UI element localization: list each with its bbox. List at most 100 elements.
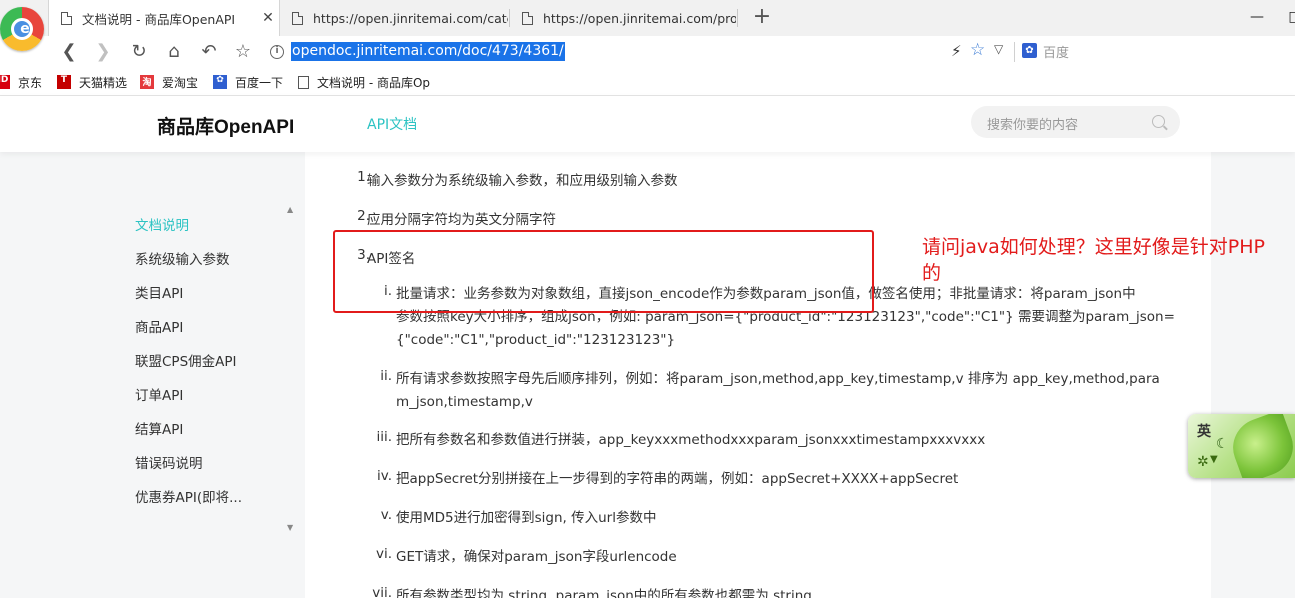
ime-mode-label[interactable]: 英 bbox=[1197, 421, 1211, 441]
reload-icon[interactable]: ↻ bbox=[126, 39, 152, 65]
gear-icon[interactable]: ✲ bbox=[1197, 454, 1209, 470]
site-header: 商品库OpenAPI API文档 搜索你要的内容 bbox=[0, 96, 1295, 152]
page-icon bbox=[292, 11, 303, 25]
sub-list-number: ii. bbox=[380, 368, 392, 384]
leaf-icon bbox=[1224, 414, 1295, 478]
text-line: 所有参数类型均为 string, param_json中的所有参数也都需为 st… bbox=[396, 588, 812, 598]
sub-list-item: 所有参数类型均为 string, param_json中的所有参数也都需为 st… bbox=[396, 585, 812, 598]
bookmark-label: 文档说明 - 商品库Op bbox=[317, 75, 431, 90]
right-gutter bbox=[1211, 152, 1295, 598]
text-line: 所有请求参数按照字母先后顺序排列，例如：将param_json,method,a… bbox=[396, 371, 1160, 387]
text-line: 把appSecret分别拼接在上一步得到的字符串的两端，例如：appSecret… bbox=[396, 471, 959, 487]
back-icon[interactable]: ❮ bbox=[56, 39, 82, 65]
bookmark-doc[interactable]: 文档说明 - 商品库Op bbox=[298, 73, 430, 91]
baidu-icon: ✿ bbox=[213, 75, 227, 89]
minimize-button[interactable]: — bbox=[1237, 0, 1277, 34]
bookmark-tmall[interactable]: T 天猫精选 bbox=[57, 73, 127, 91]
sub-list-item: 把所有参数名和参数值进行拼装，app_keyxxxmethodxxxparam_… bbox=[396, 429, 985, 452]
address-bar[interactable]: i opendoc.jinritemai.com/doc/473/4361/ bbox=[262, 40, 1017, 64]
moon-icon[interactable]: ☾ bbox=[1216, 436, 1229, 452]
browser-logo-icon[interactable]: e bbox=[0, 7, 44, 51]
annotation-text: 请问java如何处理？这里好像是针对PHP的 bbox=[922, 236, 1266, 284]
tab-active[interactable]: 文档说明 - 商品库OpenAPI ✕ bbox=[48, 0, 280, 36]
sidebar-item-error-codes[interactable]: 错误码说明 bbox=[135, 452, 203, 472]
sub-list-number: v. bbox=[380, 507, 392, 523]
bookmark-label: 百度一下 bbox=[235, 75, 284, 90]
sidebar-item-coupon-api[interactable]: 优惠券API(即将... bbox=[135, 486, 242, 506]
sub-list-number: iii. bbox=[376, 429, 392, 445]
doc-content: 1. 输入参数分为系统级输入参数，和应用级别输入参数 2. 应用分隔字符均为英文… bbox=[305, 152, 1211, 598]
logo-center: e bbox=[11, 18, 33, 40]
list-number: 2. bbox=[357, 208, 370, 224]
text-line: m_json,timestamp,v bbox=[396, 394, 533, 410]
scroll-down-icon[interactable]: ▼ bbox=[287, 523, 293, 532]
jd-icon: JD bbox=[0, 75, 10, 89]
url-text[interactable]: opendoc.jinritemai.com/doc/473/4361/ bbox=[291, 42, 565, 61]
sidebar-item-doc-intro[interactable]: 文档说明 bbox=[135, 214, 189, 234]
sidebar-item-category-api[interactable]: 类目API bbox=[135, 282, 183, 302]
bookmark-label: 京东 bbox=[18, 75, 43, 90]
bookmark-label: 天猫精选 bbox=[79, 75, 128, 90]
sub-list-item: 把appSecret分别拼接在上一步得到的字符串的两端，例如：appSecret… bbox=[396, 468, 958, 491]
forward-icon[interactable]: ❯ bbox=[90, 39, 116, 65]
chevron-down-icon[interactable]: ▼ bbox=[1210, 454, 1218, 465]
undo-icon[interactable]: ↶ bbox=[196, 39, 222, 65]
maximize-button[interactable]: □ bbox=[1275, 0, 1295, 34]
sidebar-item-product-api[interactable]: 商品API bbox=[135, 316, 183, 336]
site-title[interactable]: 商品库OpenAPI bbox=[157, 112, 294, 139]
taobao-icon: 淘 bbox=[140, 75, 154, 89]
sub-list-number: vi. bbox=[375, 546, 392, 562]
tab-label: https://open.jinritemai.com/prod bbox=[543, 10, 736, 26]
annotation-box bbox=[333, 230, 874, 313]
new-tab-button[interactable]: + bbox=[750, 4, 774, 30]
sub-list-item: 使用MD5进行加密得到sign, 传入url参数中 bbox=[396, 507, 656, 530]
search-icon[interactable] bbox=[1152, 115, 1165, 128]
tab-divider bbox=[737, 9, 738, 27]
nav-api-docs[interactable]: API文档 bbox=[367, 114, 417, 134]
tmall-icon: T bbox=[57, 75, 71, 89]
page-icon bbox=[298, 75, 309, 89]
list-item: 输入参数分为系统级输入参数，和应用级别输入参数 bbox=[367, 173, 678, 189]
tab-label: 文档说明 - 商品库OpenAPI bbox=[82, 11, 236, 27]
bookmark-star-icon[interactable]: ☆ bbox=[970, 40, 985, 60]
tab-prod[interactable]: https://open.jinritemai.com/prod bbox=[510, 0, 736, 36]
list-item: 应用分隔字符均为英文分隔字符 bbox=[367, 212, 556, 228]
tab-cate[interactable]: https://open.jinritemai.com/cate/ bbox=[280, 0, 508, 36]
sub-list-number: iv. bbox=[377, 468, 392, 484]
bookmark-taobao[interactable]: 淘 爱淘宝 bbox=[140, 73, 198, 91]
sidebar-item-system-params[interactable]: 系统级输入参数 bbox=[135, 248, 230, 268]
page-icon bbox=[522, 11, 533, 25]
home-icon[interactable]: ⌂ bbox=[161, 39, 187, 65]
search-input[interactable]: 搜索你要的内容 bbox=[987, 114, 1078, 133]
browser-search-input[interactable]: 百度 bbox=[1043, 42, 1069, 61]
baidu-paw-icon[interactable]: ✿ bbox=[1022, 43, 1037, 58]
divider bbox=[1014, 42, 1015, 62]
info-icon[interactable]: i bbox=[270, 45, 284, 59]
site-search[interactable]: 搜索你要的内容 bbox=[971, 106, 1180, 138]
bookmark-baidu[interactable]: ✿ 百度一下 bbox=[213, 73, 283, 91]
chevron-down-icon[interactable]: ▽ bbox=[994, 42, 1003, 56]
browser-toolbar: ❮ ❯ ↻ ⌂ ↶ ☆ i opendoc.jinritemai.com/doc… bbox=[0, 36, 1295, 68]
sub-list-item: GET请求，确保对param_json字段urlencode bbox=[396, 546, 677, 569]
sidebar-item-cps-api[interactable]: 联盟CPS佣金API bbox=[135, 350, 237, 370]
sidebar-item-settlement-api[interactable]: 结算API bbox=[135, 418, 183, 438]
bookmark-jd[interactable]: JD 京东 bbox=[0, 73, 42, 91]
text-line: {"code":"C1","product_id":"123123123"} bbox=[396, 332, 676, 348]
tab-bar: 文档说明 - 商品库OpenAPI ✕ https://open.jinrite… bbox=[0, 0, 1295, 36]
bolt-icon[interactable]: ⚡ bbox=[951, 42, 962, 60]
scroll-up-icon[interactable]: ▲ bbox=[287, 205, 293, 214]
bookmarks-bar: JD 京东 T 天猫精选 淘 爱淘宝 ✿ 百度一下 文档说明 - 商品库Op bbox=[0, 68, 1295, 96]
tab-label: https://open.jinritemai.com/cate/ bbox=[313, 10, 508, 26]
text-line: GET请求，确保对param_json字段urlencode bbox=[396, 549, 677, 565]
favorite-star-icon[interactable]: ☆ bbox=[230, 39, 256, 65]
sub-list-number: vii. bbox=[372, 585, 392, 598]
sidebar-scrollbar[interactable]: ▲ ▼ bbox=[287, 205, 299, 535]
ime-widget[interactable]: 英 ☾ ✲ ▼ bbox=[1188, 414, 1295, 478]
bookmark-label: 爱淘宝 bbox=[162, 75, 199, 90]
sub-list-item: 所有请求参数按照字母先后顺序排列，例如：将param_json,method,a… bbox=[396, 368, 1160, 414]
page-icon bbox=[61, 11, 72, 25]
text-line: 把所有参数名和参数值进行拼装，app_keyxxxmethodxxxparam_… bbox=[396, 432, 986, 448]
sidebar-item-order-api[interactable]: 订单API bbox=[135, 384, 183, 404]
text-line: 使用MD5进行加密得到sign, 传入url参数中 bbox=[396, 510, 657, 526]
close-icon[interactable]: ✕ bbox=[257, 10, 279, 26]
